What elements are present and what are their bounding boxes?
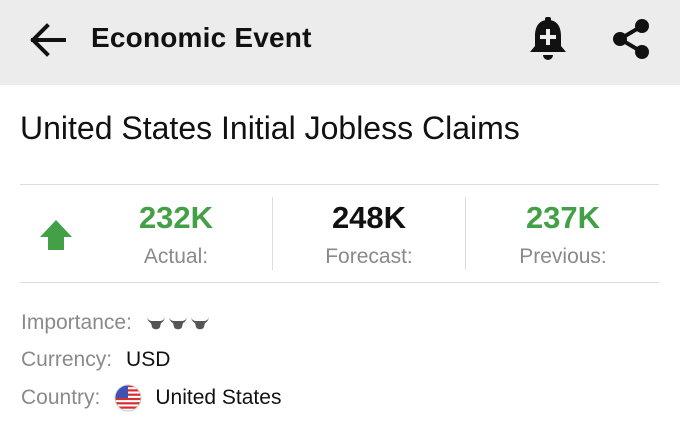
forecast-label: Forecast: — [325, 245, 413, 268]
stat-separator — [272, 197, 273, 270]
bull-icon — [168, 317, 187, 330]
share-button[interactable] — [606, 14, 656, 64]
country-value: United States — [155, 386, 282, 409]
currency-row: Currency: USD — [21, 345, 170, 375]
event-title: United States Initial Jobless Claims — [20, 110, 520, 146]
importance-rating — [146, 315, 212, 331]
importance-label: Importance: — [21, 311, 132, 334]
divider-top — [20, 184, 659, 185]
bell-plus-icon — [530, 17, 566, 60]
previous-stat: 237K Previous: — [485, 196, 641, 272]
app-bar: Economic Event — [0, 0, 680, 85]
divider-bottom — [20, 282, 659, 283]
stat-separator — [465, 197, 466, 270]
country-label: Country: — [21, 386, 101, 409]
bull-icon — [146, 317, 165, 330]
actual-stat: 232K Actual: — [100, 196, 252, 272]
share-icon — [613, 19, 649, 59]
previous-value: 237K — [525, 200, 601, 235]
forecast-stat: 248K Forecast: — [290, 196, 448, 272]
page-title: Economic Event — [91, 22, 312, 53]
actual-value: 232K — [138, 200, 214, 235]
currency-value: USD — [126, 348, 171, 371]
add-alert-button[interactable] — [524, 14, 572, 64]
arrow-up-icon — [40, 220, 72, 250]
country-row: Country: United States — [21, 383, 281, 413]
actual-label: Actual: — [143, 245, 209, 268]
previous-label: Previous: — [519, 245, 607, 268]
us-flag-icon — [114, 384, 142, 412]
back-button[interactable] — [24, 18, 72, 62]
bull-icon — [190, 317, 209, 330]
forecast-value: 248K — [331, 200, 407, 235]
arrow-left-icon — [30, 23, 66, 57]
importance-row: Importance: — [21, 308, 212, 338]
currency-label: Currency: — [21, 348, 113, 371]
